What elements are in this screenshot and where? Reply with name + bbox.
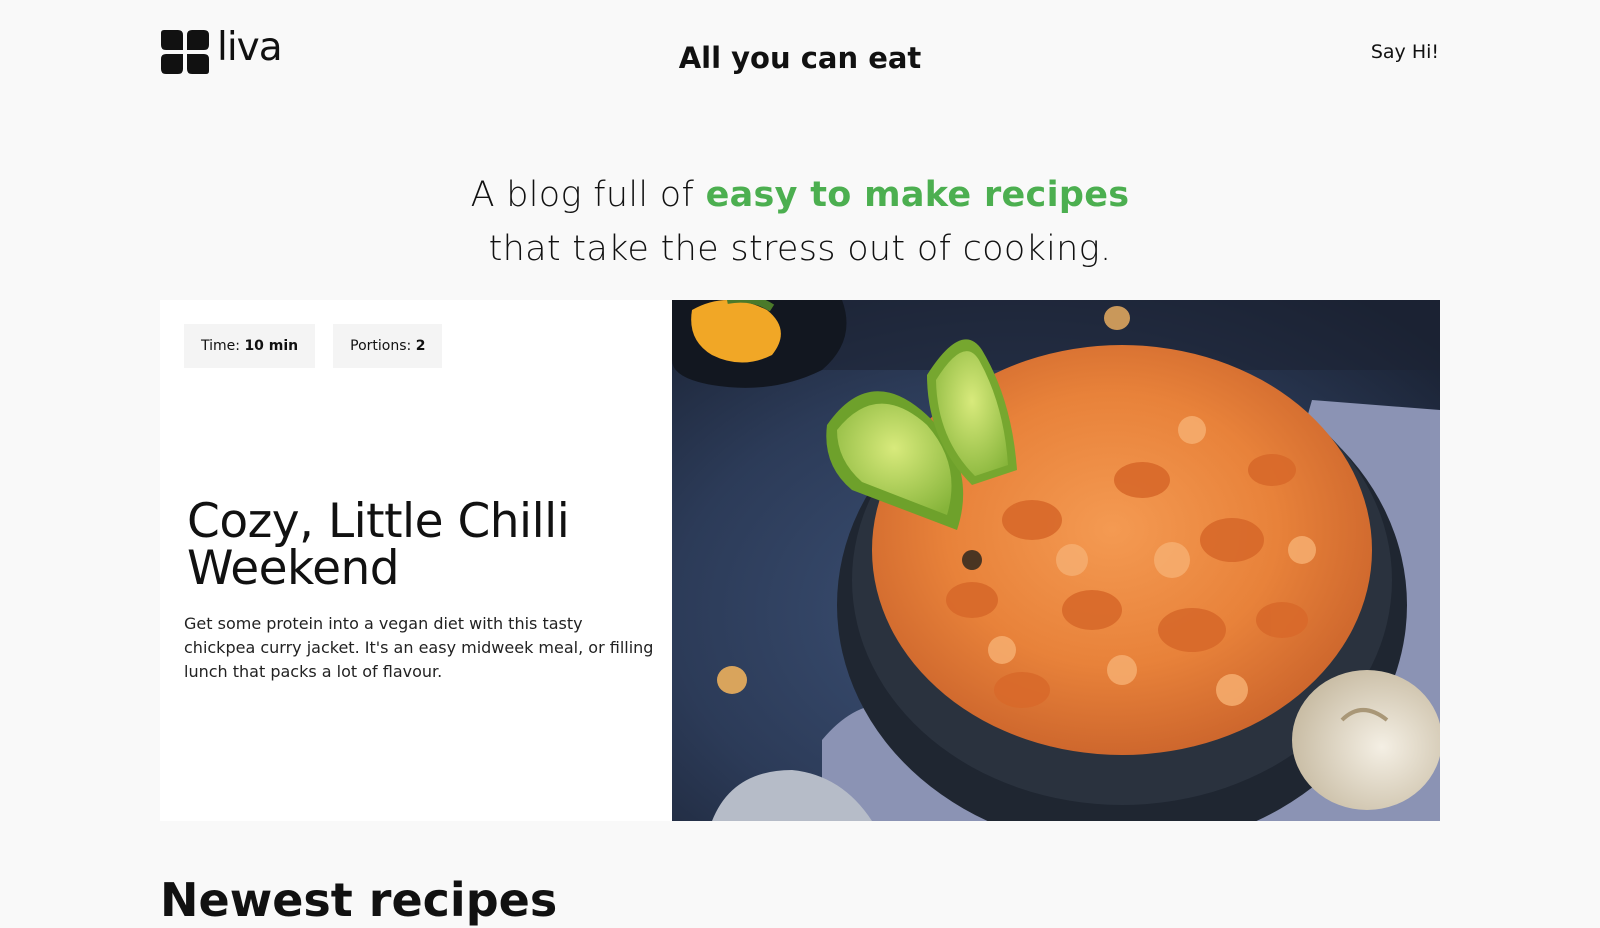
recipe-meta: Time: 10 min Portions: 2 [184,324,443,368]
hero-tagline-prefix: A blog full of [470,175,706,215]
site-title: All you can eat [678,41,922,75]
portions-badge: Portions: 2 [333,324,443,368]
hero-tagline: A blog full of easy to make recipes that… [0,168,1600,276]
newest-recipes-heading: Newest recipes [160,873,558,927]
recipe-description: Get some protein into a vegan diet with … [184,614,654,681]
time-label: Time: [201,338,240,354]
portions-label: Portions: [350,338,412,354]
recipe-title-line2: Weekend [187,541,400,596]
site-header: liva All you can eat Say Hi! [0,0,1600,110]
portions-value: 2 [415,338,426,354]
hero-tagline-line2: that take the stress out of cooking. [488,229,1112,269]
time-value: 10 min [244,338,299,354]
featured-recipe-card[interactable]: Time: 10 min Portions: 2 Cozy, Little Ch… [160,300,1440,821]
featured-recipe-info: Time: 10 min Portions: 2 Cozy, Little Ch… [160,300,672,821]
say-hi-link[interactable]: Say Hi! [1371,40,1439,64]
hero-tagline-accent: easy to make recipes [705,175,1130,215]
time-badge: Time: 10 min [184,324,316,368]
recipe-photo[interactable] [672,300,1440,821]
recipe-title[interactable]: Cozy, Little Chilli Weekend [187,498,657,592]
